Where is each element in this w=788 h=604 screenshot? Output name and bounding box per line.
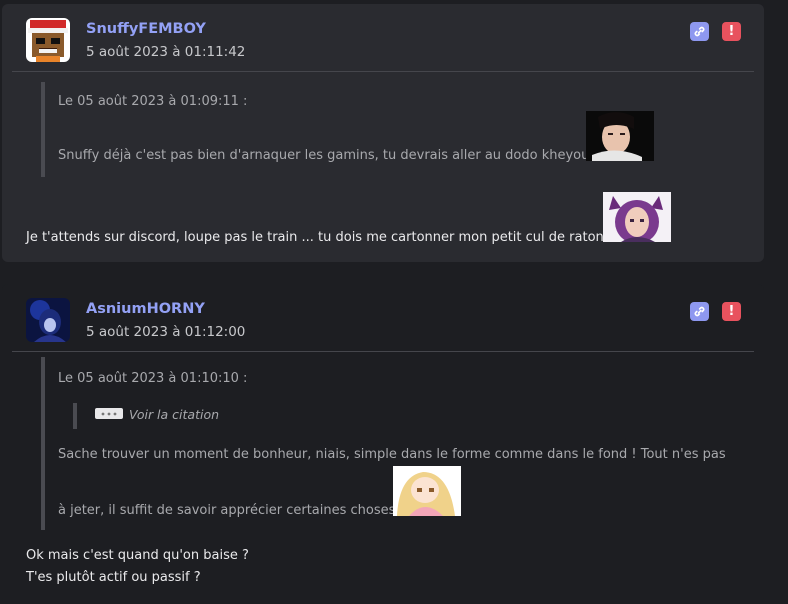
quote-text: Sache trouver un moment de bonheur, niai… (58, 447, 726, 462)
divider (12, 71, 754, 72)
exclamation-icon: ! (728, 24, 735, 39)
post-date[interactable]: 5 août 2023 à 01:11:42 (86, 44, 245, 60)
divider (12, 351, 754, 352)
forum-post: SnuffyFEMBOY 5 août 2023 à 01:11:42 ! Le… (2, 4, 764, 262)
report-button[interactable]: ! (722, 22, 741, 41)
post-date[interactable]: 5 août 2023 à 01:12:00 (86, 324, 245, 340)
ellipsis-icon[interactable] (95, 408, 123, 419)
quote-header: Le 05 août 2023 à 01:10:10 : (58, 371, 248, 386)
avatar[interactable] (26, 298, 70, 342)
view-quote-link[interactable]: Voir la citation (129, 407, 219, 422)
quote-text: à jeter, il suffit de savoir apprécier c… (58, 503, 396, 518)
link-icon (694, 302, 705, 321)
exclamation-icon: ! (728, 304, 735, 319)
quote-block: Le 05 août 2023 à 01:09:11 : Snuffy déjà… (41, 82, 589, 177)
report-button[interactable]: ! (722, 302, 741, 321)
permalink-button[interactable] (690, 302, 709, 321)
message-text: Je t'attends sur discord, loupe pas le t… (26, 230, 604, 245)
nested-quote[interactable]: Voir la citation (73, 403, 219, 429)
author-name[interactable]: SnuffyFEMBOY (86, 21, 206, 37)
permalink-button[interactable] (690, 22, 709, 41)
quote-sticker-image (393, 466, 461, 516)
avatar[interactable] (26, 18, 70, 62)
quote-text: Snuffy déjà c'est pas bien d'arnaquer le… (58, 148, 590, 163)
link-icon (694, 22, 705, 41)
quote-header: Le 05 août 2023 à 01:09:11 : (58, 94, 248, 109)
quote-block: Le 05 août 2023 à 01:10:10 : Voir la cit… (41, 357, 726, 530)
message-text: Ok mais c'est quand qu'on baise ? (26, 548, 249, 563)
message-sticker-image (603, 192, 671, 242)
quote-sticker-image (586, 111, 654, 161)
forum-post: AsniumHORNY 5 août 2023 à 01:12:00 ! Le … (2, 284, 764, 604)
message-text: T'es plutôt actif ou passif ? (26, 570, 201, 585)
author-name[interactable]: AsniumHORNY (86, 301, 205, 317)
